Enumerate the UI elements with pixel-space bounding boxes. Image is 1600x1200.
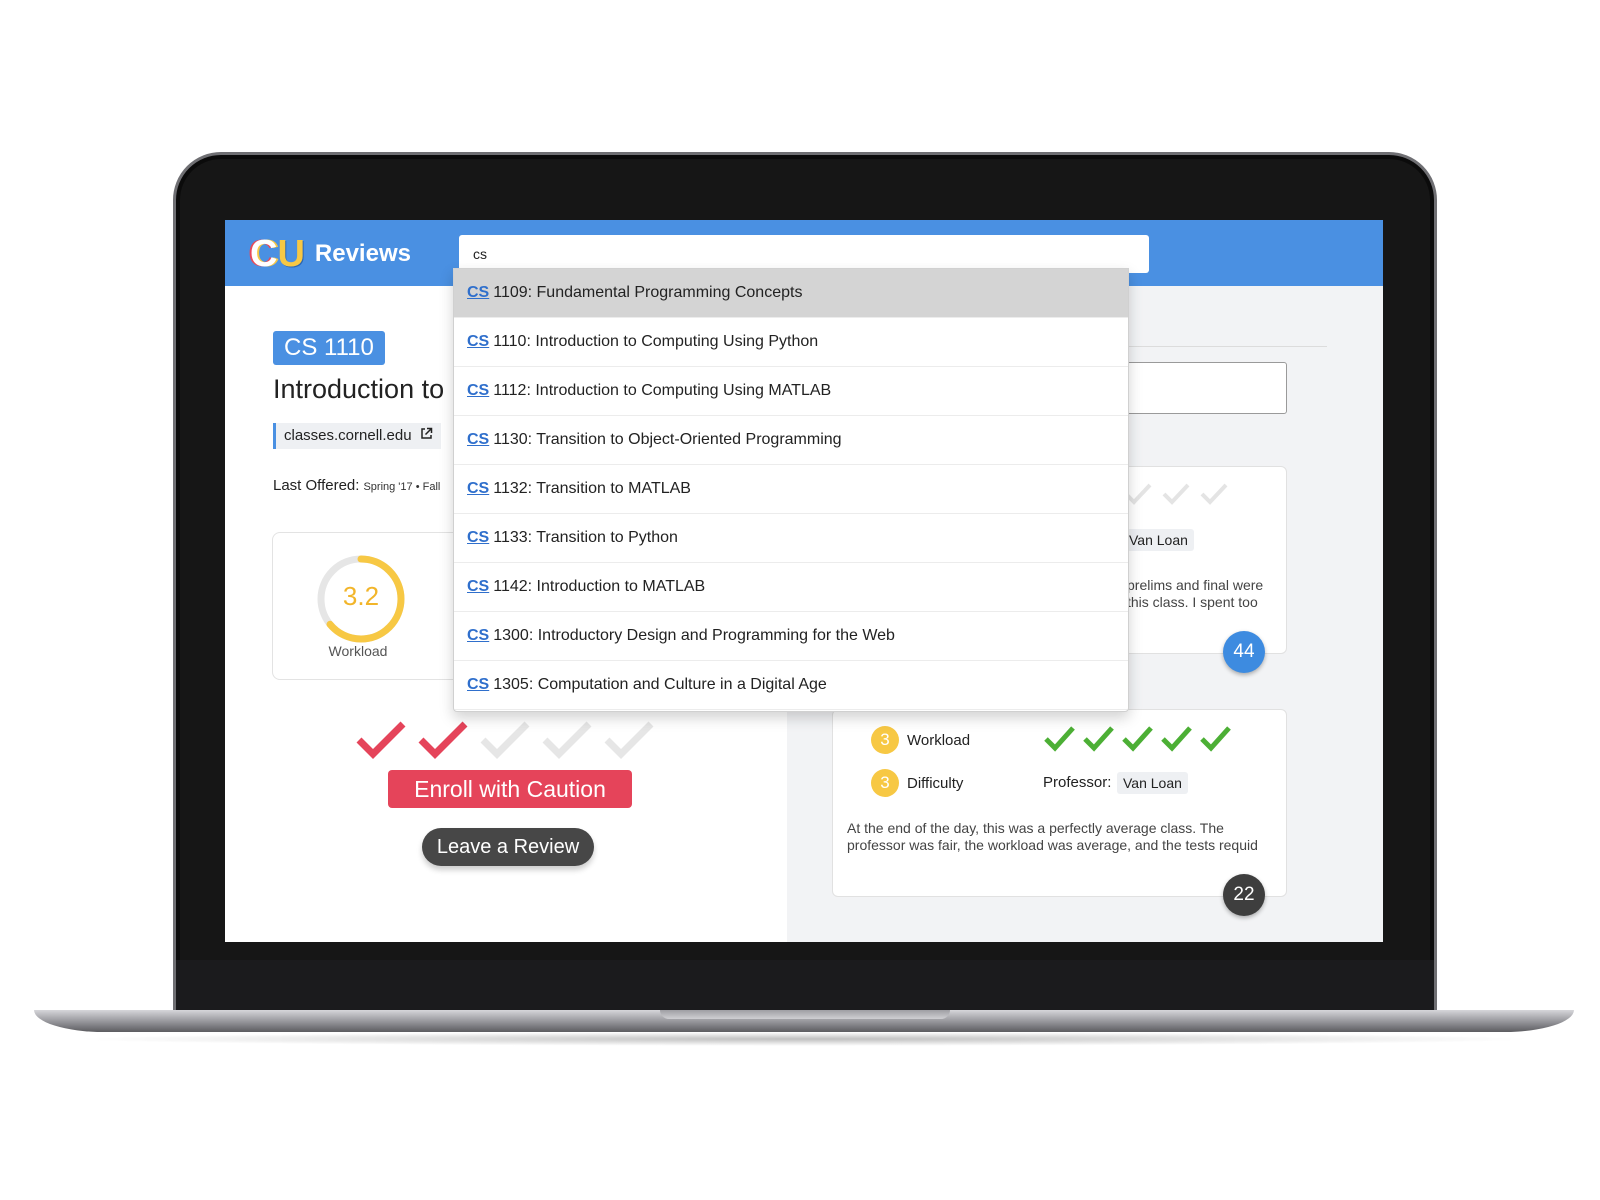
workload-metric-label: Workload (907, 731, 971, 749)
class-roster-link[interactable]: classes.cornell.edu (273, 423, 441, 449)
laptop-shadow (70, 1032, 1540, 1046)
workload-metric: 3 Workload (871, 726, 970, 754)
check-icon-empty (542, 721, 592, 759)
workload-gauge-card: 3.2 Workload (272, 532, 472, 680)
last-offered-value: Spring '17 • Fall (363, 481, 441, 493)
enroll-with-caution-badge[interactable]: Enroll with Caution (388, 770, 632, 808)
search-match-highlight: CS (467, 284, 490, 301)
review-text-line: prelims and final were (1127, 577, 1264, 593)
external-link-icon (420, 423, 433, 449)
review-text: At the end of the day, this was a perfec… (847, 820, 1258, 853)
check-icon-empty (480, 721, 530, 759)
search-match-highlight: CS (467, 333, 490, 350)
search-result-label: 1142: Introduction to MATLAB (493, 578, 706, 595)
search-result-label: 1133: Transition to Python (493, 529, 678, 546)
review-rating-checks (1043, 724, 1232, 754)
laptop-chin (176, 960, 1434, 1012)
search-match-highlight: CS (467, 676, 490, 693)
check-icon (1200, 483, 1228, 505)
class-roster-link-text: classes.cornell.edu (284, 427, 412, 444)
workload-rating-badge: 3 (871, 726, 899, 754)
search-result-label: 1132: Transition to MATLAB (493, 480, 691, 497)
leave-a-review-button[interactable]: Leave a Review (422, 828, 594, 866)
workload-gauge-value: 3.2 (342, 581, 380, 611)
course-title: Introduction to (273, 374, 445, 404)
check-icon (1122, 726, 1153, 752)
logo-text: Reviews (314, 240, 411, 267)
helpful-votes-button[interactable]: 22 (1223, 874, 1265, 916)
search-result-label: 1112: Introduction to Computing Using MA… (493, 382, 832, 399)
search-result-item[interactable]: CS 1109: Fundamental Programming Concepts (454, 269, 1128, 318)
search-result-item[interactable]: CS 1300: Introductory Design and Programm… (454, 612, 1128, 661)
difficulty-rating-badge: 3 (871, 769, 899, 797)
workload-gauge-label: Workload (328, 643, 388, 659)
search-result-item[interactable]: CS 1110: Introduction to Computing Using … (454, 318, 1128, 367)
check-icon (1200, 726, 1231, 752)
search-match-highlight: CS (467, 431, 490, 448)
check-icon (1044, 726, 1075, 752)
search-match-highlight: CS (467, 382, 490, 399)
search-result-item[interactable]: CS 1133: Transition to Python (454, 514, 1128, 563)
reviews-sort-box[interactable] (1107, 362, 1287, 414)
check-icon (1161, 726, 1192, 752)
check-icon (1083, 726, 1114, 752)
screen: C U Reviews CS 1110 Introduction to clas… (225, 220, 1383, 942)
check-icon (1162, 483, 1190, 505)
last-offered: Last Offered: Spring '17 • Fall (273, 477, 440, 494)
search-result-item[interactable]: CS 1142: Introduction to MATLAB (454, 563, 1128, 612)
search-result-item[interactable]: CS 1130: Transition to Object-Oriented Pr… (454, 416, 1128, 465)
laptop-notch (660, 1010, 950, 1019)
course-code-badge: CS 1110 (273, 331, 385, 365)
review-card: 3 Workload 3 Difficulty Professor: Van L… (832, 709, 1287, 916)
helpful-votes-button[interactable]: 44 (1223, 631, 1265, 673)
search-result-item[interactable]: CS 1132: Transition to MATLAB (454, 465, 1128, 514)
review-text-line: this class. I spent too (1127, 594, 1258, 610)
last-offered-label: Last Offered: (273, 477, 360, 494)
search-result-label: 1305: Computation and Culture in a Digit… (493, 676, 827, 693)
search-result-label: 1110: Introduction to Computing Using Py… (493, 333, 819, 350)
search-results-dropdown: CS 1109: Fundamental Programming Concepts… (453, 268, 1129, 712)
difficulty-metric: 3 Difficulty (871, 769, 963, 797)
search-result-label: 1300: Introductory Design and Programmin… (493, 627, 895, 644)
search-match-highlight: CS (467, 529, 490, 546)
recommendation-checks (355, 718, 655, 762)
search-result-item[interactable]: CS 1305: Computation and Culture in a Dig… (454, 661, 1128, 710)
search-match-highlight: CS (467, 627, 490, 644)
check-icon-empty (604, 721, 654, 759)
cu-reviews-logo[interactable]: C U Reviews (250, 233, 411, 275)
search-match-highlight: CS (467, 480, 490, 497)
logo-letter-u: U (277, 233, 305, 275)
professor-label: Professor: (1043, 774, 1112, 791)
professor-tag: Van Loan (1123, 529, 1194, 551)
difficulty-metric-label: Difficulty (907, 774, 964, 792)
professor-tag: Van Loan (1117, 772, 1188, 794)
check-icon-filled (356, 721, 406, 759)
search-match-highlight: CS (467, 578, 490, 595)
search-result-label: 1130: Transition to Object-Oriented Prog… (493, 431, 842, 448)
search-result-item[interactable]: CS 1112: Introduction to Computing Using … (454, 367, 1128, 416)
search-result-label: 1109: Fundamental Programming Concepts (493, 284, 803, 301)
logo-letter-c: C (250, 233, 278, 275)
check-icon-filled (418, 721, 468, 759)
